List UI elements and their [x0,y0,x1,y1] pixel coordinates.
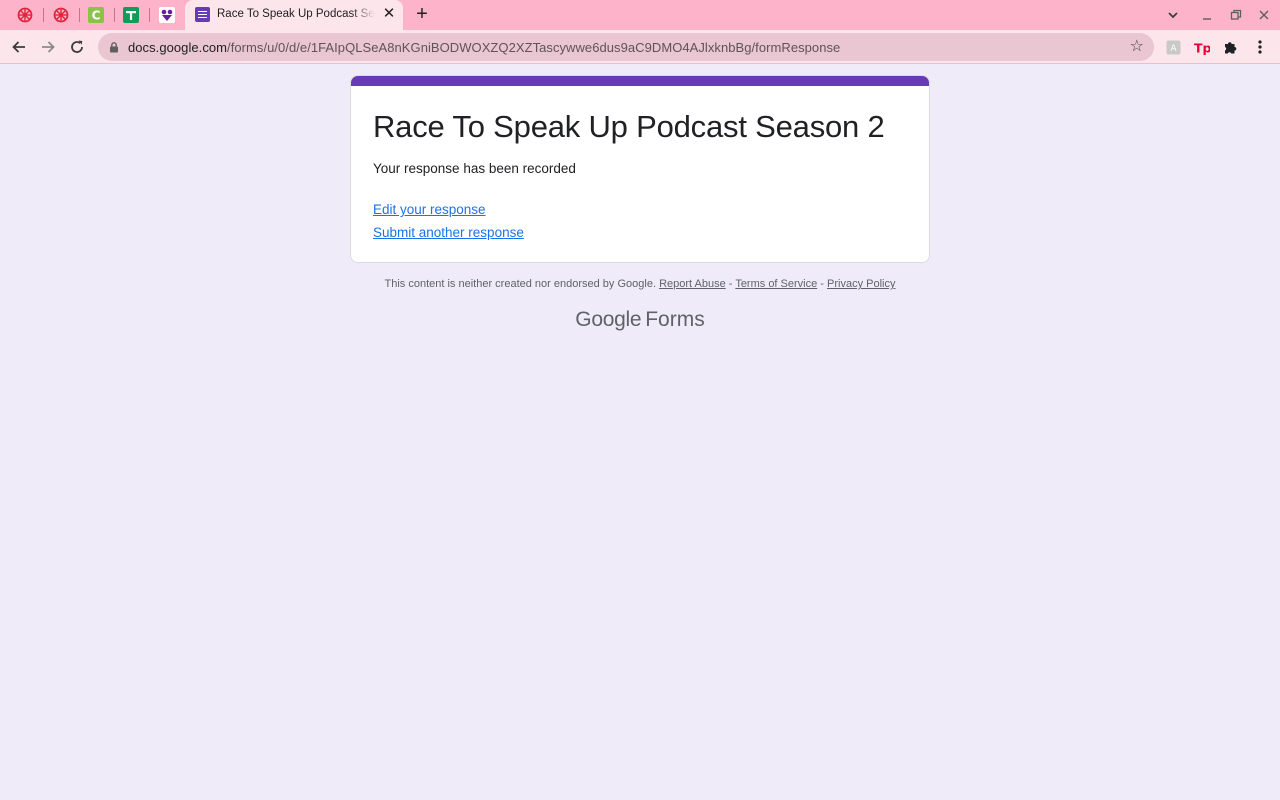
pinned-tab-1[interactable] [15,5,35,25]
logo-forms-text: Forms [645,308,705,331]
terms-of-service-link[interactable]: Terms of Service [735,278,817,290]
chevron-down-icon [1168,12,1178,19]
browser-menu-button[interactable] [1252,39,1268,55]
url-path: /forms/u/0/d/e/1FAIpQLSeA8nKGniBODWOXZQ2… [227,40,841,55]
back-button[interactable] [9,37,29,57]
tab-strip: C Race To Speak Up Podcast Season 2 ✕ + [0,0,1280,30]
form-accent-bar [351,76,929,86]
close-icon [1259,10,1269,20]
tp-icon: Tp [1194,40,1210,55]
red-wheel-icon [53,7,69,23]
forward-button[interactable] [38,37,58,57]
reload-button[interactable] [67,37,87,57]
pinned-tab-5[interactable] [157,5,177,25]
green-c-icon: C [88,7,104,23]
pinned-tab-2[interactable] [51,5,71,25]
puzzle-icon [1224,41,1236,53]
address-bar[interactable]: docs.google.com/forms/u/0/d/e/1FAIpQLSeA… [98,33,1154,61]
pinned-tab-3[interactable]: C [86,5,106,25]
disclaimer-text: This content is neither created nor endo… [384,278,657,290]
heart-icon [159,7,175,23]
lock-icon [110,42,118,53]
google-forms-icon [195,7,210,22]
menu-dots-icon [1258,40,1262,54]
logo-google-text: Google [575,308,642,331]
extensions-button[interactable] [1222,39,1238,55]
confirmation-card: Race To Speak Up Podcast Season 2 Your r… [350,75,930,263]
form-title: Race To Speak Up Podcast Season 2 [373,109,885,144]
google-forms-logo[interactable]: Google Forms [0,308,1280,332]
translate-extension[interactable]: A [1165,39,1181,55]
tab-active[interactable]: Race To Speak Up Podcast Season 2 ✕ [185,0,403,30]
footer-disclaimer: This content is neither created nor endo… [0,278,1280,290]
red-wheel-icon [17,7,33,23]
bookmark-star-icon[interactable]: ☆ [1130,38,1144,56]
close-window-button[interactable] [1255,6,1273,24]
tab-search-button[interactable] [1164,6,1182,24]
report-abuse-link[interactable]: Report Abuse [659,278,726,290]
reload-icon [71,40,83,53]
new-tab-button[interactable]: + [412,4,432,24]
tab-title: Race To Speak Up Podcast Season 2 [217,8,375,20]
pinned-tab-4[interactable] [121,5,141,25]
svg-text:C: C [92,9,101,23]
arrow-right-icon [42,41,55,53]
edit-response-link[interactable]: Edit your response [373,202,486,217]
confirmation-message: Your response has been recorded [373,161,576,176]
privacy-policy-link[interactable]: Privacy Policy [827,278,895,290]
svg-text:A: A [1170,44,1177,54]
minimize-icon [1203,18,1211,20]
submit-another-response-link[interactable]: Submit another response [373,225,524,240]
tp-extension[interactable]: Tp [1194,39,1210,55]
footer-separator: - [725,278,736,290]
browser-toolbar: docs.google.com/forms/u/0/d/e/1FAIpQLSeA… [0,30,1280,64]
tab-separator [43,8,44,22]
svg-text:Tp: Tp [1194,40,1210,55]
tab-separator [79,8,80,22]
minimize-button[interactable] [1198,6,1216,24]
translate-icon: A [1166,40,1180,54]
tab-close-icon[interactable]: ✕ [381,6,397,22]
tab-separator [149,8,150,22]
restore-button[interactable] [1227,6,1245,24]
footer-separator: - [817,278,828,290]
url-host: docs.google.com [128,40,228,55]
url-text[interactable]: docs.google.com/forms/u/0/d/e/1FAIpQLSeA… [128,40,840,55]
arrow-left-icon [12,41,25,53]
green-plus-icon [123,7,139,23]
tab-separator [114,8,115,22]
restore-icon [1230,9,1242,20]
